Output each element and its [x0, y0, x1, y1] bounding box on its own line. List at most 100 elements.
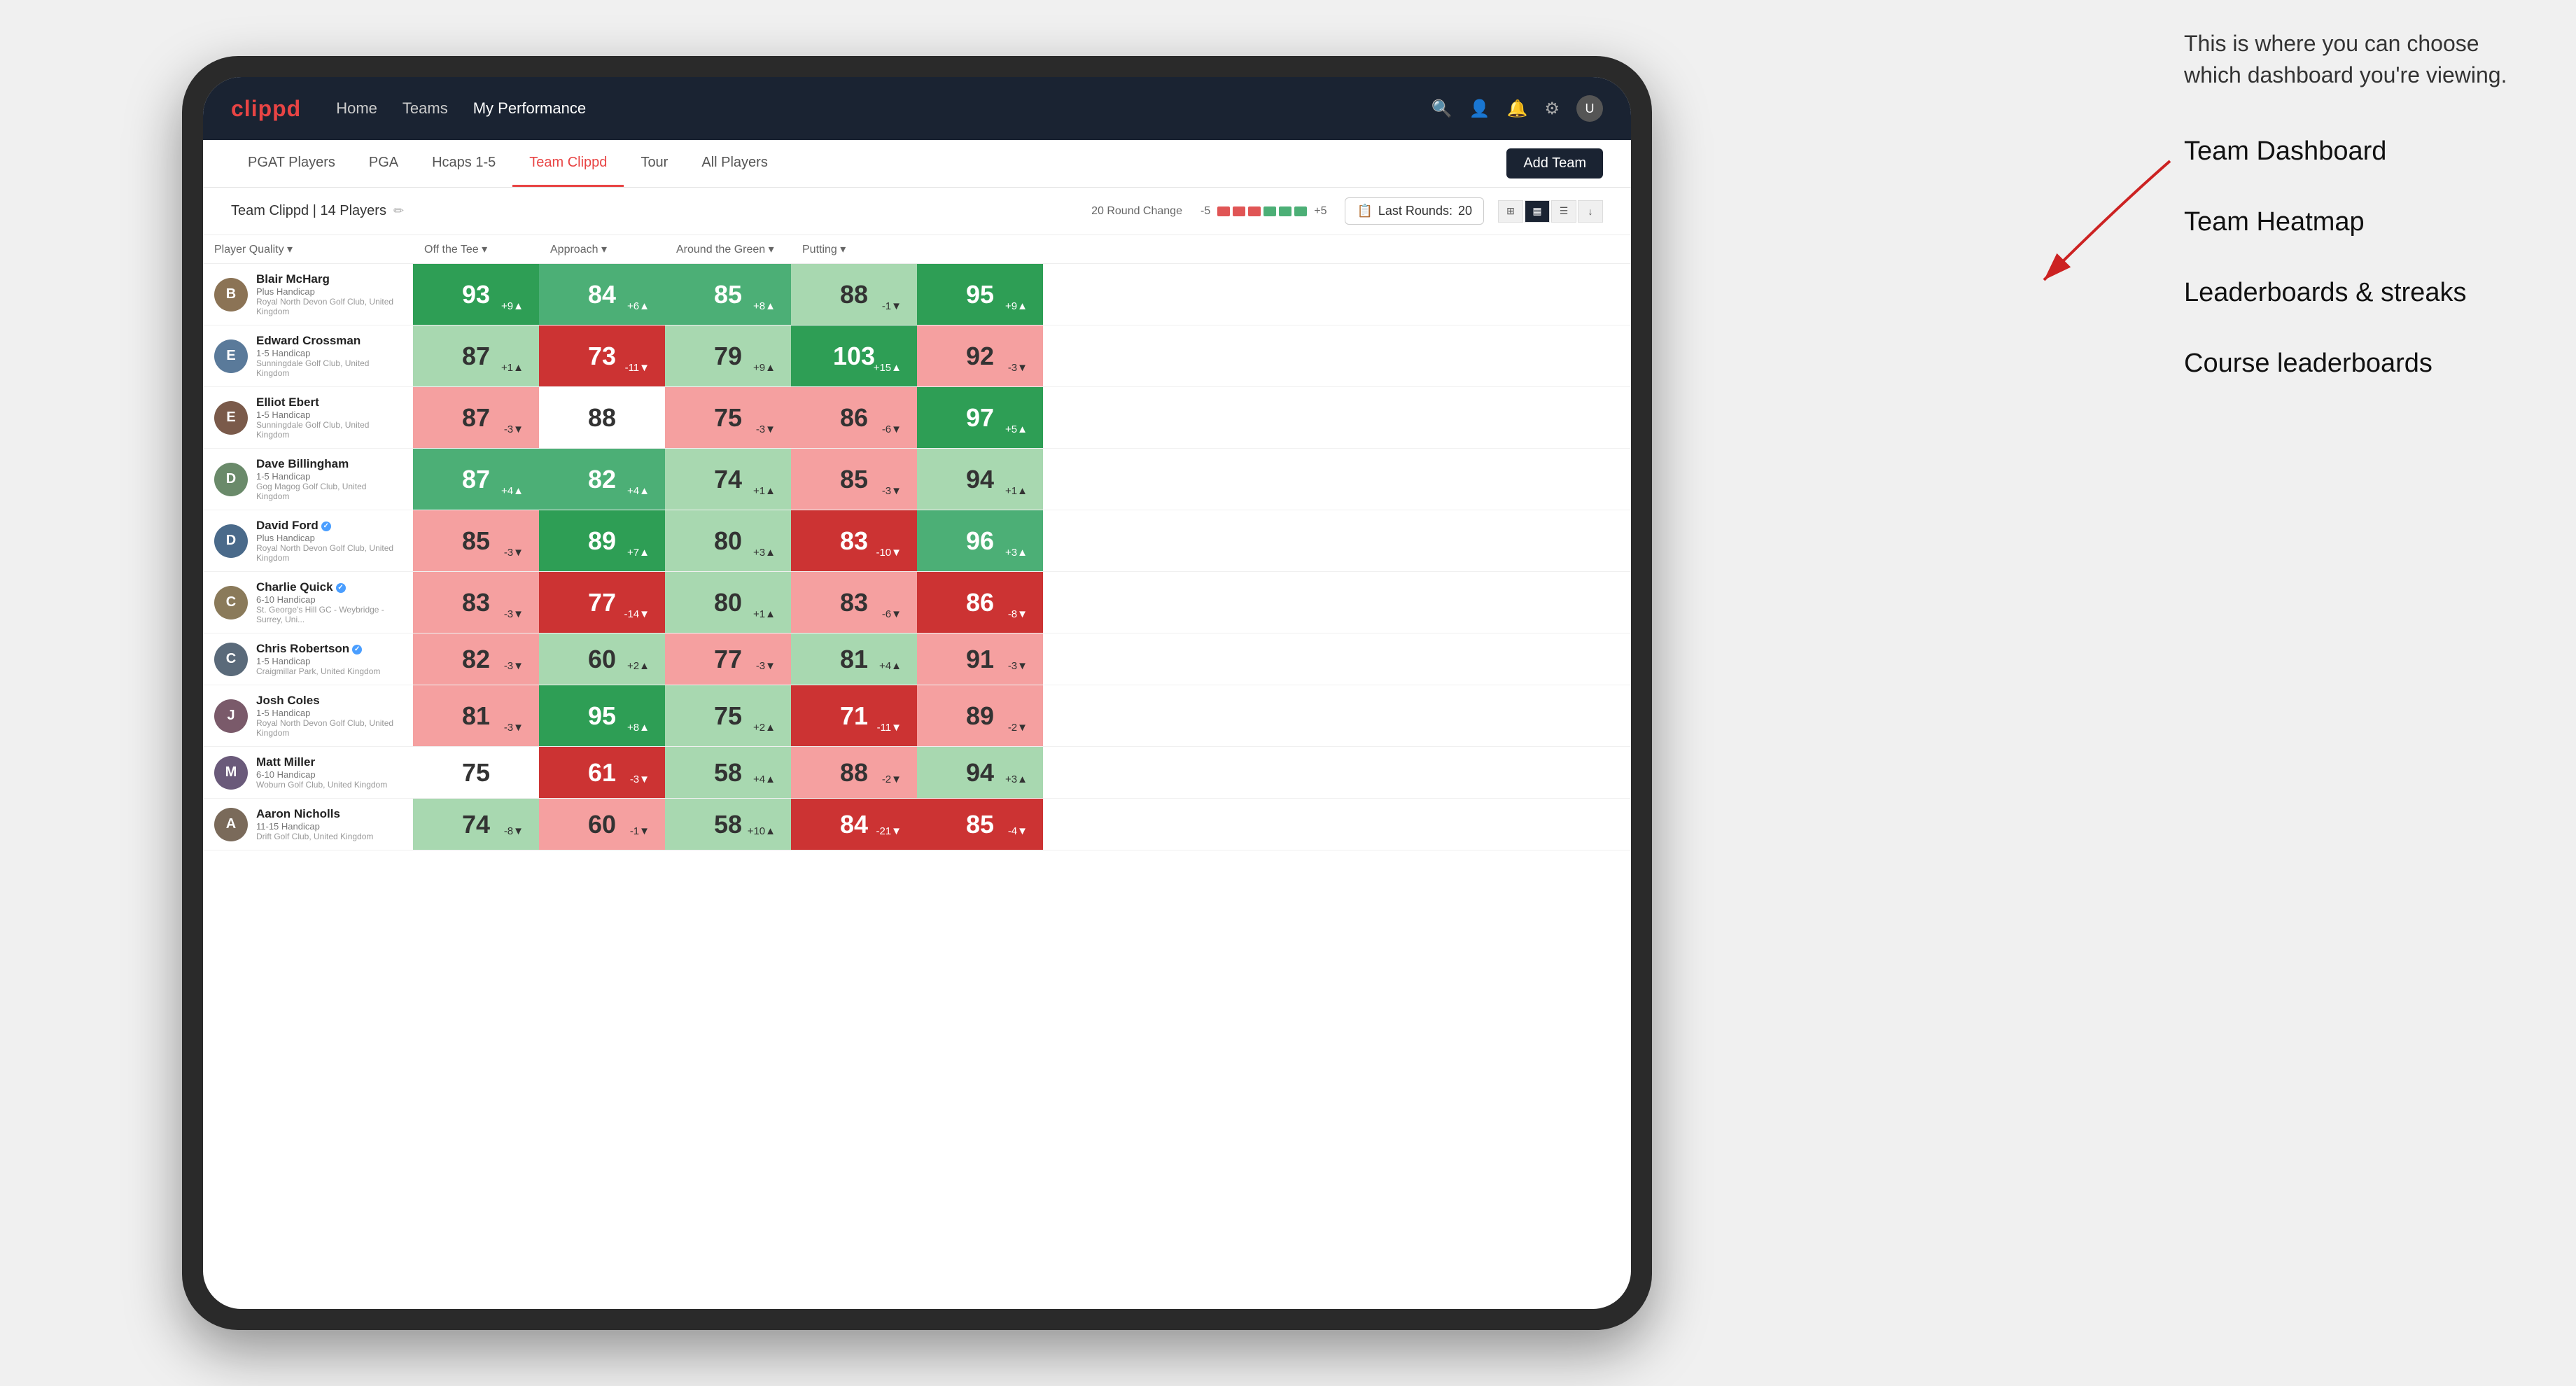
annotation-arrow: [1974, 154, 2184, 294]
score-change: +4▲: [501, 485, 524, 497]
player-info-3[interactable]: DDave Billingham1-5 HandicapGog Magog Go…: [203, 449, 413, 510]
score-value: 60: [588, 645, 616, 674]
col-player-quality[interactable]: Player Quality ▾: [203, 235, 413, 263]
score-value: 74: [462, 810, 490, 839]
score-change: -4▼: [1008, 825, 1028, 837]
table-row: EEdward Crossman1-5 HandicapSunningdale …: [203, 326, 1631, 387]
player-details: David Ford✓Plus HandicapRoyal North Devo…: [256, 519, 402, 563]
score-off_tee: 60-1▼: [539, 799, 665, 850]
table-row: DDavid Ford✓Plus HandicapRoyal North Dev…: [203, 510, 1631, 572]
player-info-6[interactable]: CChris Robertson✓1-5 HandicapCraigmillar…: [203, 634, 413, 685]
player-club: Royal North Devon Golf Club, United King…: [256, 718, 402, 738]
col-off-tee[interactable]: Off the Tee ▾: [413, 235, 539, 263]
edit-icon[interactable]: ✏: [393, 204, 404, 218]
score-putting: 97+5▲: [917, 387, 1043, 448]
view-export-button[interactable]: ↓: [1578, 200, 1603, 223]
subnav-all-players[interactable]: All Players: [685, 140, 784, 187]
subnav-pgat[interactable]: PGAT Players: [231, 140, 352, 187]
subnav-tour[interactable]: Tour: [624, 140, 685, 187]
player-info-8[interactable]: MMatt Miller6-10 HandicapWoburn Golf Clu…: [203, 747, 413, 798]
col-putting[interactable]: Putting ▾: [791, 235, 917, 263]
bell-icon[interactable]: 🔔: [1507, 99, 1528, 119]
score-change: +1▲: [1005, 485, 1028, 497]
tablet-screen: clippd Home Teams My Performance 🔍 👤 🔔 ⚙…: [203, 77, 1631, 1309]
view-heatmap-button[interactable]: ▦: [1525, 200, 1550, 223]
score-value: 95: [588, 701, 616, 731]
last-rounds-value: 20: [1458, 204, 1472, 218]
score-approach: 74+1▲: [665, 449, 791, 510]
player-info-2[interactable]: EElliot Ebert1-5 HandicapSunningdale Gol…: [203, 387, 413, 448]
player-info-7[interactable]: JJosh Coles1-5 HandicapRoyal North Devon…: [203, 685, 413, 746]
score-change: -3▼: [504, 608, 524, 620]
score-value: 77: [714, 645, 742, 674]
score-around_green: 83-10▼: [791, 510, 917, 571]
score-value: 88: [588, 403, 616, 433]
score-value: 85: [966, 810, 994, 839]
annotation-item-heatmap: Team Heatmap: [2184, 204, 2520, 241]
score-change: -2▼: [882, 774, 902, 785]
score-change: +1▲: [753, 485, 776, 497]
score-value: 82: [588, 465, 616, 494]
player-details: Elliot Ebert1-5 HandicapSunningdale Golf…: [256, 396, 402, 440]
player-name: Matt Miller: [256, 755, 402, 769]
add-team-button[interactable]: Add Team: [1506, 148, 1603, 178]
user-avatar[interactable]: U: [1576, 95, 1603, 122]
score-change: +6▲: [627, 300, 650, 312]
table-row: CCharlie Quick✓6-10 HandicapSt. George's…: [203, 572, 1631, 634]
score-change: -3▼: [1008, 660, 1028, 672]
last-rounds-icon: 📋: [1357, 204, 1372, 218]
score-around_green: 84-21▼: [791, 799, 917, 850]
col-approach[interactable]: Approach ▾: [539, 235, 665, 263]
score-change: -3▼: [756, 660, 776, 672]
score-change: +10▲: [748, 825, 776, 837]
score-value: 80: [714, 588, 742, 617]
verified-badge: ✓: [321, 522, 331, 531]
player-info-9[interactable]: AAaron Nicholls11-15 HandicapDrift Golf …: [203, 799, 413, 850]
score-putting: 94+1▲: [917, 449, 1043, 510]
score-change: -3▼: [630, 774, 650, 785]
subnav-team-clippd[interactable]: Team Clippd: [512, 140, 624, 187]
player-info-4[interactable]: DDavid Ford✓Plus HandicapRoyal North Dev…: [203, 510, 413, 571]
score-value: 60: [588, 810, 616, 839]
player-handicap: 1-5 Handicap: [256, 708, 402, 718]
score-value: 83: [840, 588, 868, 617]
score-player_quality: 87+1▲: [413, 326, 539, 386]
view-grid-button[interactable]: ⊞: [1498, 200, 1523, 223]
player-club: Sunningdale Golf Club, United Kingdom: [256, 420, 402, 440]
score-value: 75: [714, 403, 742, 433]
score-value: 97: [966, 403, 994, 433]
nav-link-home[interactable]: Home: [336, 97, 377, 120]
score-value: 91: [966, 645, 994, 674]
score-off_tee: 84+6▲: [539, 264, 665, 325]
column-headers: Player Quality ▾ Off the Tee ▾ Approach …: [203, 235, 1631, 264]
col-around-green[interactable]: Around the Green ▾: [665, 235, 791, 263]
player-info-1[interactable]: EEdward Crossman1-5 HandicapSunningdale …: [203, 326, 413, 386]
player-name: Blair McHarg: [256, 272, 402, 286]
last-rounds-button[interactable]: 📋 Last Rounds: 20: [1345, 197, 1484, 225]
heatmap-pos-1: [1264, 206, 1276, 216]
verified-badge: ✓: [336, 583, 346, 593]
score-off_tee: 88: [539, 387, 665, 448]
score-value: 83: [462, 588, 490, 617]
score-value: 81: [462, 701, 490, 731]
player-handicap: 1-5 Handicap: [256, 656, 402, 666]
nav-link-myperformance[interactable]: My Performance: [473, 97, 586, 120]
player-info-5[interactable]: CCharlie Quick✓6-10 HandicapSt. George's…: [203, 572, 413, 633]
profile-icon[interactable]: 👤: [1469, 99, 1490, 119]
tablet-frame: clippd Home Teams My Performance 🔍 👤 🔔 ⚙…: [182, 56, 1652, 1330]
annotation-description: This is where you can choose which dashb…: [2184, 28, 2520, 91]
search-icon[interactable]: 🔍: [1432, 99, 1452, 119]
score-value: 75: [714, 701, 742, 731]
settings-icon[interactable]: ⚙: [1544, 99, 1560, 119]
subnav-hcaps[interactable]: Hcaps 1-5: [415, 140, 512, 187]
view-list-button[interactable]: ☰: [1551, 200, 1576, 223]
subnav-pga[interactable]: PGA: [352, 140, 415, 187]
nav-icons: 🔍 👤 🔔 ⚙ U: [1432, 95, 1603, 122]
nav-link-teams[interactable]: Teams: [402, 97, 448, 120]
score-value: 89: [588, 526, 616, 556]
top-navigation: clippd Home Teams My Performance 🔍 👤 🔔 ⚙…: [203, 77, 1631, 140]
score-value: 85: [840, 465, 868, 494]
player-info-0[interactable]: BBlair McHargPlus HandicapRoyal North De…: [203, 264, 413, 325]
score-value: 84: [840, 810, 868, 839]
score-value: 87: [462, 342, 490, 371]
